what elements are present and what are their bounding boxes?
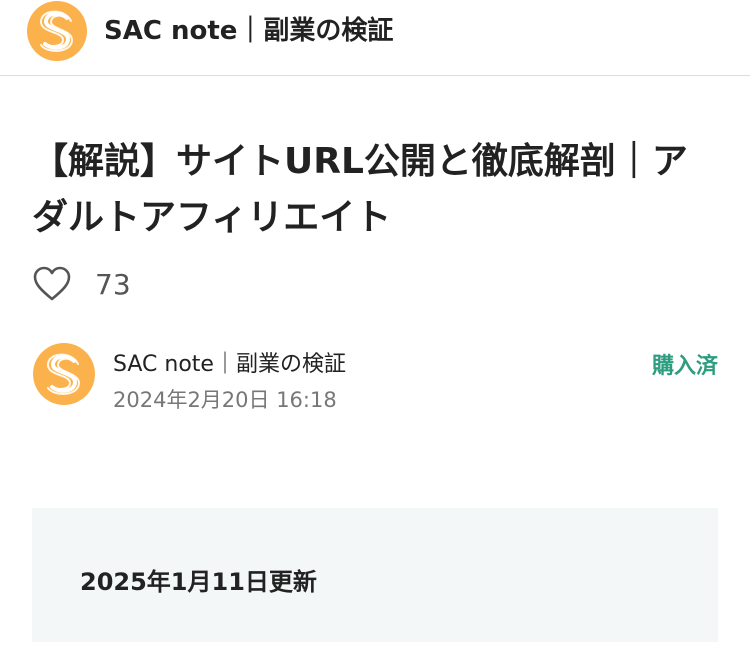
update-notice-box: 2025年1月11日更新 xyxy=(32,508,718,642)
site-name[interactable]: SAC note｜副業の検証 xyxy=(104,10,393,47)
site-header: SAC note｜副業の検証 xyxy=(0,0,750,76)
article-title: 【解説】サイトURL公開と徹底解剖｜アダルトアフィリエイト xyxy=(32,141,688,238)
like-row: 73 xyxy=(33,262,131,306)
heart-icon[interactable] xyxy=(33,266,71,302)
author-avatar-icon[interactable] xyxy=(32,342,96,406)
post-date: 2024年2月20日 16:18 xyxy=(113,388,337,412)
author-name[interactable]: SAC note｜副業の検証 xyxy=(113,346,346,378)
sac-logo-icon[interactable] xyxy=(25,0,89,62)
purchased-badge: 購入済 xyxy=(651,354,718,379)
update-notice-text: 2025年1月11日更新 xyxy=(80,568,317,596)
like-count: 73 xyxy=(95,267,131,301)
